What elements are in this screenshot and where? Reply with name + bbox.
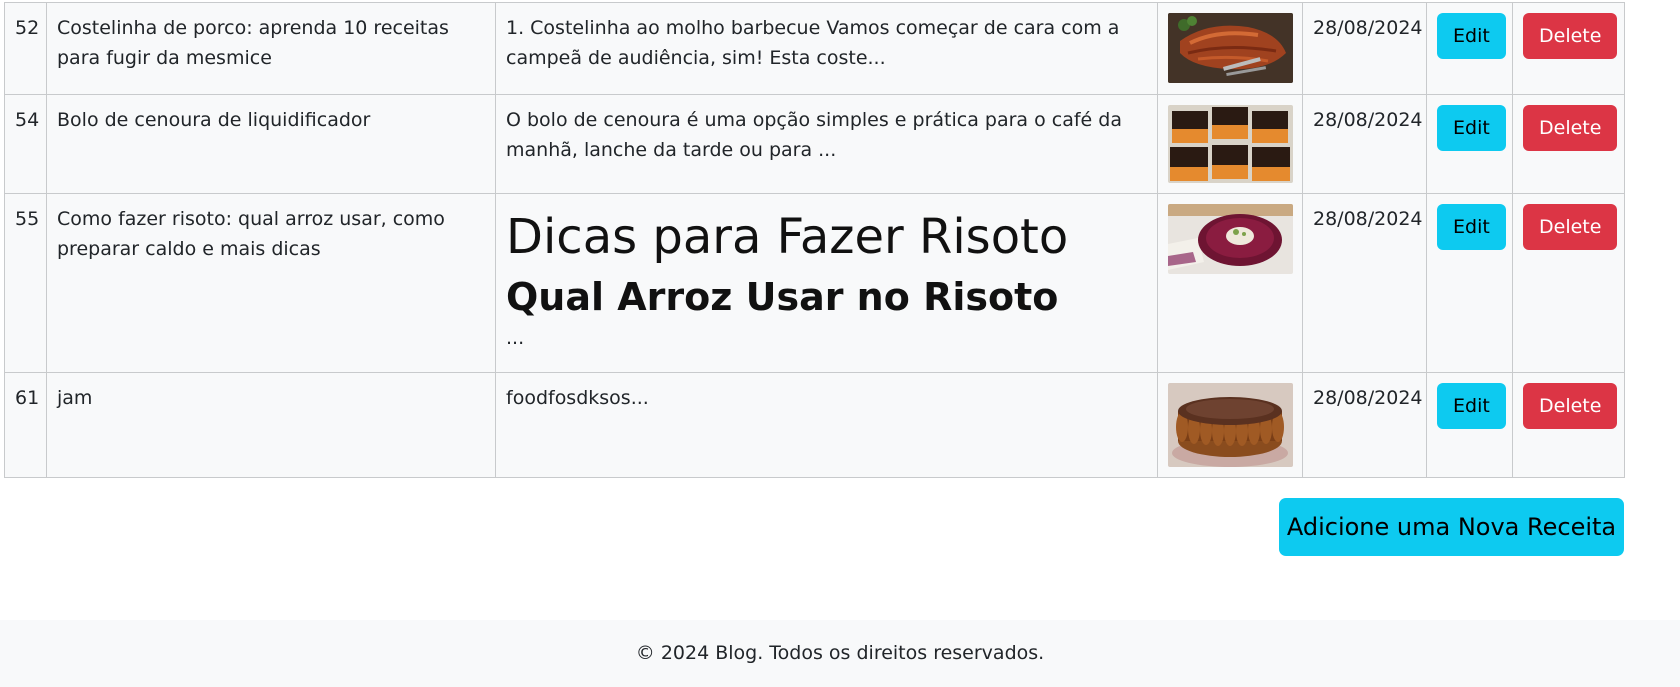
recipe-date: 28/08/2024 bbox=[1302, 372, 1427, 478]
table-row: 54 Bolo de cenoura de liquidificador O b… bbox=[4, 94, 1625, 194]
edit-button[interactable]: Edit bbox=[1437, 383, 1506, 429]
content-heading-2: Qual Arroz Usar no Risoto bbox=[506, 275, 1059, 319]
table-row: 52 Costelinha de porco: aprenda 10 recei… bbox=[4, 2, 1625, 95]
chocolate-pie-photo bbox=[1168, 383, 1293, 467]
risotto-photo bbox=[1168, 204, 1293, 274]
recipe-content: 1. Costelinha ao molho barbecue Vamos co… bbox=[495, 2, 1158, 95]
edit-cell: Edit bbox=[1426, 372, 1513, 478]
delete-cell: Delete bbox=[1512, 372, 1625, 478]
edit-cell: Edit bbox=[1426, 193, 1513, 373]
recipes-table: 52 Costelinha de porco: aprenda 10 recei… bbox=[4, 2, 1625, 478]
recipe-image-cell bbox=[1157, 94, 1303, 194]
recipe-title: Bolo de cenoura de liquidificador bbox=[46, 94, 496, 194]
recipe-content: O bolo de cenoura é uma opção simples e … bbox=[495, 94, 1158, 194]
add-recipe-button[interactable]: Adicione uma Nova Receita bbox=[1279, 498, 1624, 556]
carrot-cake-photo bbox=[1168, 105, 1293, 183]
recipe-date: 28/08/2024 bbox=[1302, 193, 1427, 373]
recipe-content: Dicas para Fazer Risoto Qual Arroz Usar … bbox=[495, 193, 1158, 373]
table-row: 55 Como fazer risoto: qual arroz usar, c… bbox=[4, 193, 1625, 373]
recipe-title: Como fazer risoto: qual arroz usar, como… bbox=[46, 193, 496, 373]
recipe-image-cell bbox=[1157, 2, 1303, 95]
table-row: 61 jam foodfosdksos... 28/08/2024 Edit D… bbox=[4, 372, 1625, 478]
recipe-image-cell bbox=[1157, 372, 1303, 478]
delete-cell: Delete bbox=[1512, 2, 1625, 95]
delete-cell: Delete bbox=[1512, 193, 1625, 373]
recipe-date: 28/08/2024 bbox=[1302, 94, 1427, 194]
edit-button[interactable]: Edit bbox=[1437, 204, 1506, 250]
recipe-id: 54 bbox=[4, 94, 47, 194]
recipe-id: 55 bbox=[4, 193, 47, 373]
edit-cell: Edit bbox=[1426, 94, 1513, 194]
recipe-content: foodfosdksos... bbox=[495, 372, 1158, 478]
recipe-date: 28/08/2024 bbox=[1302, 2, 1427, 95]
ribs-photo bbox=[1168, 13, 1293, 83]
content-ellipsis: ... bbox=[506, 327, 525, 349]
delete-cell: Delete bbox=[1512, 94, 1625, 194]
edit-button[interactable]: Edit bbox=[1437, 105, 1506, 151]
recipe-title: jam bbox=[46, 372, 496, 478]
edit-button[interactable]: Edit bbox=[1437, 13, 1506, 59]
recipe-list-page: 52 Costelinha de porco: aprenda 10 recei… bbox=[0, 0, 1680, 687]
recipe-id: 52 bbox=[4, 2, 47, 95]
delete-button[interactable]: Delete bbox=[1523, 105, 1618, 151]
recipe-image-cell bbox=[1157, 193, 1303, 373]
delete-button[interactable]: Delete bbox=[1523, 383, 1618, 429]
content-heading-1: Dicas para Fazer Risoto bbox=[506, 209, 1069, 265]
recipe-id: 61 bbox=[4, 372, 47, 478]
delete-button[interactable]: Delete bbox=[1523, 204, 1618, 250]
footer-copyright: © 2024 Blog. Todos os direitos reservado… bbox=[635, 642, 1045, 664]
recipe-title: Costelinha de porco: aprenda 10 receitas… bbox=[46, 2, 496, 95]
delete-button[interactable]: Delete bbox=[1523, 13, 1618, 59]
page-footer: © 2024 Blog. Todos os direitos reservado… bbox=[0, 620, 1680, 687]
edit-cell: Edit bbox=[1426, 2, 1513, 95]
